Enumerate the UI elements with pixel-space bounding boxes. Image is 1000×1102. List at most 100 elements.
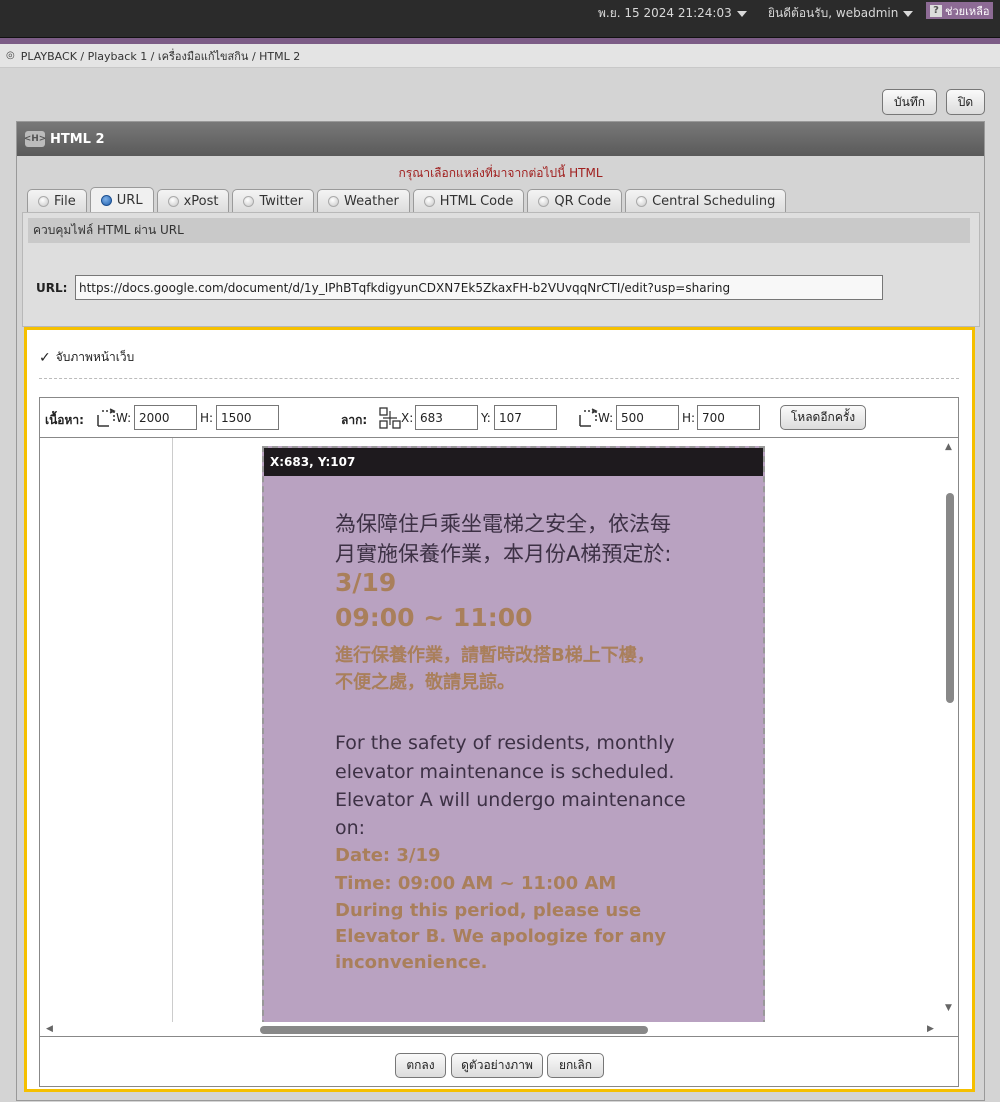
content-w-label: W:	[116, 411, 132, 425]
help-label: ช่วยเหลือ	[945, 4, 990, 18]
resize-icon	[97, 408, 116, 427]
datetime-dropdown[interactable]: พ.ย. 15 2024 21:24:03	[598, 4, 747, 23]
tab-url[interactable]: URL	[89, 187, 154, 212]
chevron-down-icon	[736, 10, 747, 17]
horizontal-scroll-thumb[interactable]	[260, 1026, 648, 1034]
scroll-left-icon[interactable]: ◀	[46, 1024, 53, 1034]
radio-icon	[423, 195, 435, 207]
size-w-label: W:	[598, 411, 614, 425]
user-menu[interactable]: ยินดีต้อนรับ, webadmin	[768, 4, 914, 23]
cancel-button[interactable]: ยกเลิก	[547, 1053, 604, 1078]
scroll-down-icon[interactable]: ▼	[945, 1003, 952, 1013]
drag-x-label: X:	[401, 411, 414, 425]
drag-label: ลาก:	[341, 413, 368, 427]
content-width-input[interactable]	[134, 405, 197, 430]
html-icon: <H>	[24, 131, 46, 147]
content-height-input[interactable]	[216, 405, 279, 430]
capture-toolbar: เนื้อหา: W: H: ลาก: X: Y:	[40, 398, 958, 438]
radio-icon	[38, 195, 49, 207]
drag-x-input[interactable]	[415, 405, 478, 430]
tab-twitter[interactable]: Twitter	[232, 189, 315, 212]
notice-en-line: Elevator A will undergo maintenance	[335, 789, 686, 811]
move-icon	[379, 407, 401, 429]
capture-viewport[interactable]: X:683, Y:107 為保障住戶乘坐電梯之安全，依法每 月實施保養作業，本月…	[40, 438, 958, 1036]
tab-label: xPost	[183, 193, 219, 209]
ok-button[interactable]: ตกลง	[395, 1053, 446, 1078]
drag-y-label: Y:	[481, 411, 491, 425]
notice-en-bold-line: Elevator B. We apologize for any	[335, 926, 667, 947]
vertical-scroll-thumb[interactable]	[946, 493, 954, 703]
help-icon: ?	[930, 4, 942, 17]
checkmark-icon: ✓	[39, 349, 51, 366]
size-width-input[interactable]	[616, 405, 679, 430]
save-button[interactable]: บันทึก	[882, 89, 937, 115]
radio-icon	[243, 195, 255, 207]
datetime-text: พ.ย. 15 2024 21:24:03	[598, 6, 732, 20]
capture-checkbox-label: จับภาพหน้าเว็บ	[55, 350, 135, 364]
resize-icon	[579, 408, 598, 427]
scroll-up-icon[interactable]: ▲	[945, 442, 952, 452]
chevron-down-icon	[903, 10, 914, 17]
tab-label: Twitter	[259, 193, 304, 209]
divider	[39, 378, 959, 379]
welcome-text: ยินดีต้อนรับ, webadmin	[768, 6, 899, 20]
radio-icon	[328, 195, 340, 207]
top-bar: พ.ย. 15 2024 21:24:03 ยินดีต้อนรับ, weba…	[0, 0, 1000, 38]
capture-editor: เนื้อหา: W: H: ลาก: X: Y:	[39, 397, 959, 1087]
reload-button[interactable]: โหลดอีกครั้ง	[780, 405, 866, 430]
preview-button[interactable]: ดูตัวอย่างภาพ	[451, 1053, 543, 1078]
content-h-label: H:	[200, 411, 214, 425]
help-button[interactable]: ? ช่วยเหลือ	[926, 2, 994, 19]
close-button[interactable]: ปิด	[946, 89, 985, 115]
notice-cn-bold-line: 不便之處，敬請見諒。	[335, 672, 515, 693]
capture-checkbox[interactable]: ✓ จับภาพหน้าเว็บ	[39, 348, 134, 367]
notice-date: 3/19	[335, 568, 397, 597]
notice-en-line: elevator maintenance is scheduled.	[335, 761, 675, 783]
coordinate-readout: X:683, Y:107	[264, 448, 763, 476]
radio-icon	[636, 195, 648, 207]
drag-y-input[interactable]	[494, 405, 557, 430]
tab-label: HTML Code	[439, 193, 514, 209]
tab-html-code[interactable]: HTML Code	[412, 189, 525, 212]
size-height-input[interactable]	[697, 405, 760, 430]
panel-title: HTML 2	[50, 131, 105, 147]
url-tab-body: ควบคุมไฟล์ HTML ผ่าน URL URL:	[22, 212, 980, 327]
size-h-label: H:	[682, 411, 696, 425]
vertical-scrollbar[interactable]: ▲ ▼	[940, 438, 958, 1023]
url-label: URL:	[36, 281, 68, 295]
notice-time: 09:00 ~ 11:00	[335, 603, 533, 632]
capture-selection[interactable]: X:683, Y:107 為保障住戶乘坐電梯之安全，依法每 月實施保養作業，本月…	[262, 446, 765, 1026]
tab-label: Central Scheduling	[652, 193, 776, 209]
notice-cn-line: 月實施保養作業，本月份A梯預定於:	[335, 542, 672, 566]
scroll-right-icon[interactable]: ▶	[927, 1024, 934, 1034]
radio-icon	[538, 195, 550, 207]
notice-en-date: Date: 3/19	[335, 845, 441, 866]
notice-en-bold-line: During this period, please use	[335, 900, 642, 921]
tab-weather[interactable]: Weather	[317, 189, 410, 212]
radio-selected-icon	[100, 194, 112, 206]
section-title: ควบคุมไฟล์ HTML ผ่าน URL	[28, 218, 970, 243]
url-input[interactable]	[75, 275, 883, 300]
tab-label: Weather	[344, 193, 399, 209]
source-select-message: กรุณาเลือกแหล่งที่มาจากต่อไปนี้ HTML	[398, 166, 603, 180]
radio-icon	[167, 195, 179, 207]
notice-cn-line: 為保障住戶乘坐電梯之安全，依法每	[335, 512, 671, 536]
notice-en-time: Time: 09:00 AM ~ 11:00 AM	[335, 873, 617, 894]
webpage-capture-box: ✓ จับภาพหน้าเว็บ เนื้อหา: W: H: ลาก: X:	[24, 327, 975, 1092]
tab-central-scheduling[interactable]: Central Scheduling	[625, 189, 787, 212]
tab-label: File	[54, 193, 76, 209]
breadcrumb-text[interactable]: PLAYBACK / Playback 1 / เครื่องมือแก้ไขส…	[21, 47, 301, 65]
tab-file[interactable]: File	[27, 189, 87, 212]
notice-en-line: For the safety of residents, monthly	[335, 732, 675, 754]
settings-dot-icon: ◎	[6, 50, 15, 61]
notice-cn-bold-line: 進行保養作業，請暫時改搭B梯上下樓，	[335, 645, 655, 666]
horizontal-scrollbar[interactable]: ◀ ▶	[40, 1022, 945, 1036]
panel-header: <H> HTML 2	[17, 122, 984, 156]
tab-label: QR Code	[554, 193, 612, 209]
content-label: เนื้อหา:	[45, 413, 84, 427]
tab-xpost[interactable]: xPost	[156, 189, 230, 212]
tab-qr-code[interactable]: QR Code	[527, 189, 623, 212]
source-tabs: File URL xPost Twitter Weather HTML Code…	[27, 187, 787, 212]
notice-en-bold-line: inconvenience.	[335, 952, 488, 973]
breadcrumb: ◎ PLAYBACK / Playback 1 / เครื่องมือแก้ไ…	[0, 44, 1000, 68]
